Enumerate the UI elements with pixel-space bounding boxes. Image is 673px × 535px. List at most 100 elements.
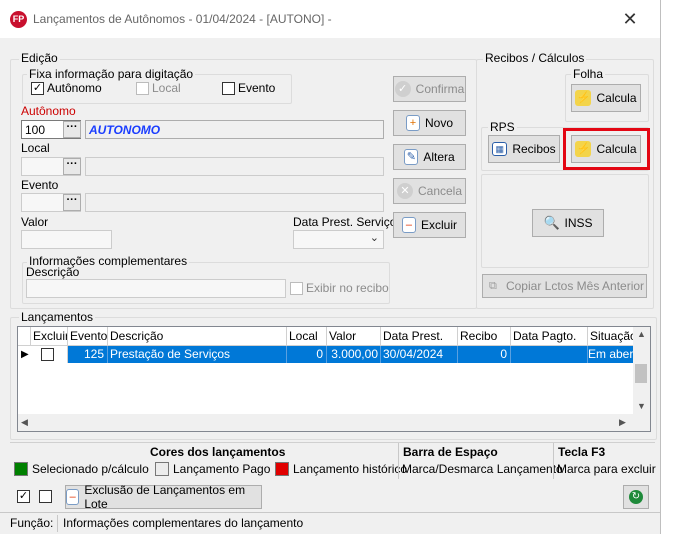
status-label: Função: — [10, 516, 54, 530]
legend-pago-swatch — [155, 462, 169, 476]
chevron-down-icon: ⌄ — [369, 232, 379, 244]
close-button[interactable]: ✕ — [605, 8, 655, 30]
fixa-evento-checkbox[interactable] — [222, 82, 235, 95]
legend-divider-1 — [398, 443, 399, 479]
lancamentos-label: Lançamentos — [19, 310, 96, 324]
legend-historico-swatch — [275, 462, 289, 476]
edit-document-icon: ✎ — [404, 149, 419, 165]
refresh-icon: ↻ — [629, 490, 643, 504]
window-title: Lançamentos de Autônomos - 01/04/2024 - … — [33, 12, 332, 26]
refresh-button[interactable]: ↻ — [623, 485, 649, 509]
autonomo-name-value: AUTONOMO — [89, 123, 161, 137]
local-label: Local — [21, 141, 50, 155]
folha-label: Folha — [571, 67, 606, 81]
fixa-autonomo-checkbox[interactable]: ✓ — [31, 82, 44, 95]
scroll-down-icon[interactable]: ▼ — [637, 401, 646, 411]
col-header-evento[interactable]: Evento — [68, 327, 108, 346]
vertical-scrollbar[interactable]: ▲ ▼ — [633, 327, 650, 414]
cell-valor: 3.000,00 — [327, 346, 381, 363]
horizontal-scrollbar[interactable]: ◀ ▶ — [18, 414, 633, 431]
legend-barra-title: Barra de Espaço — [403, 445, 498, 459]
scroll-left-icon[interactable]: ◀ — [21, 417, 28, 428]
excluir-button[interactable]: – Excluir — [393, 212, 466, 238]
inss-label: INSS — [564, 216, 593, 230]
col-header-recibo[interactable]: Recibo — [458, 327, 511, 346]
main-window: FP Lançamentos de Autônomos - 01/04/2024… — [0, 0, 661, 534]
evento-name-display — [85, 193, 384, 212]
local-lookup-button[interactable]: ··· — [63, 158, 81, 175]
cell-data-prest: 30/04/2024 — [381, 346, 458, 363]
delete-batch-icon: – — [66, 489, 80, 505]
col-header-indicator — [18, 327, 31, 346]
col-header-data-prest[interactable]: Data Prest. — [381, 327, 458, 346]
fixa-autonomo-label: Autônomo — [47, 81, 102, 95]
col-header-descricao[interactable]: Descrição — [108, 327, 287, 346]
recibos-calculos-label: Recibos / Cálculos — [483, 51, 587, 65]
col-header-excluir[interactable]: Excluir — [31, 327, 68, 346]
legend-barra-desc: Marca/Desmarca Lançamento — [402, 462, 563, 476]
data-prest-label: Data Prest. Serviço — [293, 215, 397, 229]
autonomo-label: Autônomo — [21, 104, 76, 118]
calculate-icon: ⚡ — [575, 90, 592, 106]
scroll-up-icon[interactable]: ▲ — [637, 329, 646, 339]
data-prest-select[interactable]: ⌄ — [293, 230, 384, 249]
altera-button[interactable]: ✎ Altera — [393, 144, 466, 170]
autonomo-code-value: 100 — [25, 123, 46, 137]
scroll-right-icon[interactable]: ▶ — [619, 417, 626, 428]
copiar-lctos-label: Copiar Lctos Mês Anterior — [505, 279, 645, 293]
select-all-checkbox[interactable]: ✓ — [17, 490, 30, 503]
descricao-input[interactable] — [26, 279, 286, 298]
scroll-thumb[interactable] — [635, 364, 647, 383]
inss-button[interactable]: 🔍 INSS — [532, 209, 604, 237]
legend-cores-title: Cores dos lançamentos — [150, 445, 286, 459]
check-circle-icon: ✓ — [394, 81, 411, 97]
altera-label: Altera — [423, 150, 455, 164]
rps-label: RPS — [488, 120, 517, 134]
rps-recibos-button[interactable]: ▦ Recibos — [488, 135, 560, 163]
col-header-data-pagto[interactable]: Data Pagto. — [511, 327, 588, 346]
novo-label: Novo — [424, 116, 453, 130]
evento-lookup-button[interactable]: ··· — [63, 194, 81, 211]
status-bar: Função: Informações complementares do la… — [0, 512, 660, 535]
deselect-all-checkbox[interactable] — [39, 490, 52, 503]
col-header-local[interactable]: Local — [287, 327, 327, 346]
lancamentos-grid[interactable]: Excluir Evento Descrição Local Valor Dat… — [17, 326, 651, 432]
copiar-lctos-button[interactable]: ⧉ Copiar Lctos Mês Anterior — [482, 274, 647, 298]
autonomo-lookup-button[interactable]: ··· — [63, 121, 81, 138]
new-document-icon: + — [405, 115, 420, 131]
folha-calcula-label: Calcula — [596, 91, 637, 105]
col-header-valor[interactable]: Valor — [327, 327, 381, 346]
exclusao-lote-label: Exclusão de Lançamentos em Lote — [84, 483, 246, 511]
status-text: Informações complementares do lançamento — [63, 516, 304, 530]
scroll-corner — [633, 414, 650, 431]
exibir-recibo-checkbox — [290, 282, 303, 295]
search-icon: 🔍 — [543, 215, 560, 230]
legend-panel: Cores dos lançamentos Selecionado p/cálc… — [10, 442, 656, 479]
folha-calcula-button[interactable]: ⚡ Calcula — [571, 84, 641, 112]
cell-local: 0 — [287, 346, 327, 363]
evento-label: Evento — [21, 178, 59, 192]
autonomo-name-display: AUTONOMO — [85, 120, 384, 139]
exclusao-lote-button[interactable]: – Exclusão de Lançamentos em Lote — [65, 483, 262, 511]
excluir-checkbox[interactable] — [41, 348, 54, 361]
fixa-info-label: Fixa informação para digitação — [27, 67, 196, 81]
legend-selecionado-swatch — [14, 462, 28, 476]
title-bar: FP Lançamentos de Autônomos - 01/04/2024… — [0, 0, 660, 38]
novo-button[interactable]: + Novo — [393, 110, 466, 136]
legend-selecionado-label: Selecionado p/cálculo — [32, 462, 149, 476]
status-divider — [57, 515, 58, 532]
copy-icon: ⧉ — [489, 280, 497, 292]
cancel-circle-icon: ✕ — [396, 183, 413, 199]
cancela-button[interactable]: ✕ Cancela — [393, 178, 466, 204]
descricao-label: Descrição — [26, 265, 80, 279]
rps-recibos-label: Recibos — [512, 142, 556, 156]
cell-excluir[interactable] — [31, 346, 68, 363]
rps-calcula-highlight — [563, 128, 650, 170]
valor-label: Valor — [21, 215, 49, 229]
fixa-local-checkbox — [136, 82, 149, 95]
confirma-label: Confirma — [415, 82, 465, 96]
col-header-situacao[interactable]: Situação — [588, 327, 634, 346]
valor-input[interactable] — [21, 230, 112, 249]
confirma-button[interactable]: ✓ Confirma — [393, 76, 466, 102]
exibir-recibo-label: Exibir no recibo — [306, 281, 389, 295]
